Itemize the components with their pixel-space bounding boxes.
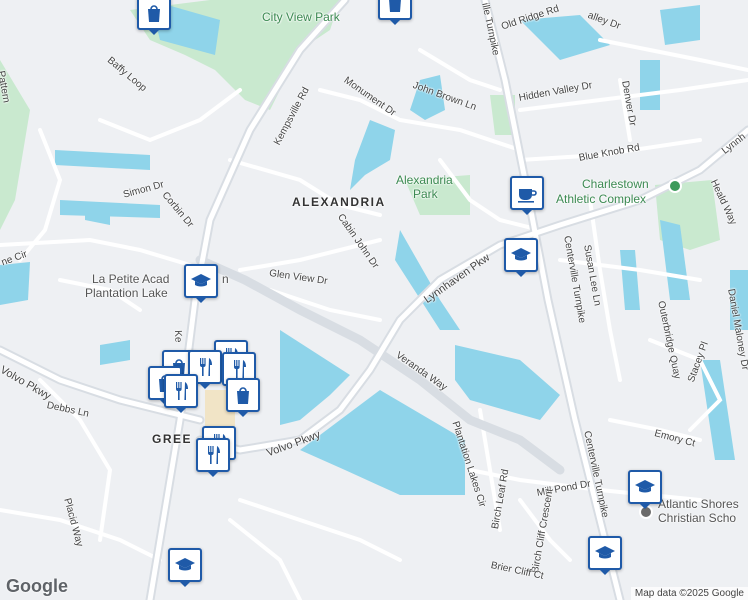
street-label-kempsville-partial: Ke [172,330,184,343]
restaurant-pin[interactable] [196,438,230,477]
fork-knife-icon [176,382,188,400]
cafe-pin[interactable] [510,176,544,215]
park-label-alexandria-1[interactable]: Alexandria [396,173,453,187]
school-pin[interactable] [184,264,218,303]
place-label-atlantic-shores-2[interactable]: Christian Scho [658,511,736,525]
place-label-charlestown-1[interactable]: Charlestown [582,177,649,191]
graduation-cap-icon [635,480,655,493]
shopping-pin[interactable] [226,378,260,417]
google-logo: Google [6,576,68,596]
place-label-la-petite-1[interactable]: La Petite Acad [92,272,169,286]
school-pin[interactable] [588,536,622,575]
coffee-cup-icon [518,189,537,203]
school-pin[interactable] [504,238,538,277]
park-label-city-view[interactable]: City View Park [262,10,340,24]
shopping-bag-icon [389,0,401,12]
place-label-charlestown-2[interactable]: Athletic Complex [556,192,646,206]
graduation-cap-icon [175,558,195,571]
graduation-cap-icon [595,546,615,559]
map-attribution[interactable]: Map data ©2025 Google [630,587,748,600]
park-marker-icon[interactable] [668,179,682,193]
shopping-bag-icon [237,387,249,404]
graduation-cap-icon [511,248,531,261]
school-pin[interactable] [168,548,202,587]
shopping-pin[interactable] [378,0,412,25]
map-canvas[interactable]: ALEXANDRIA GREE EA City View Park Alexan… [0,0,748,600]
water-bodies [0,0,748,495]
place-label-atlantic-shores-1[interactable]: Atlantic Shores [658,497,739,511]
shopping-pin[interactable] [137,0,171,35]
neighborhood-label-greenbriar-1: GREE [152,432,193,446]
map-base-layer [0,0,748,600]
fork-knife-icon [208,446,220,464]
place-label-la-petite-1b[interactable]: n [222,272,229,286]
neighborhood-label-alexandria: ALEXANDRIA [292,195,386,209]
graduation-cap-icon [191,274,211,287]
place-label-la-petite-2[interactable]: Plantation Lake [85,286,168,300]
shopping-bag-icon [148,5,160,22]
park-label-alexandria-2[interactable]: Park [413,187,438,201]
school-pin[interactable] [628,470,662,509]
restaurant-pin[interactable] [164,374,198,413]
